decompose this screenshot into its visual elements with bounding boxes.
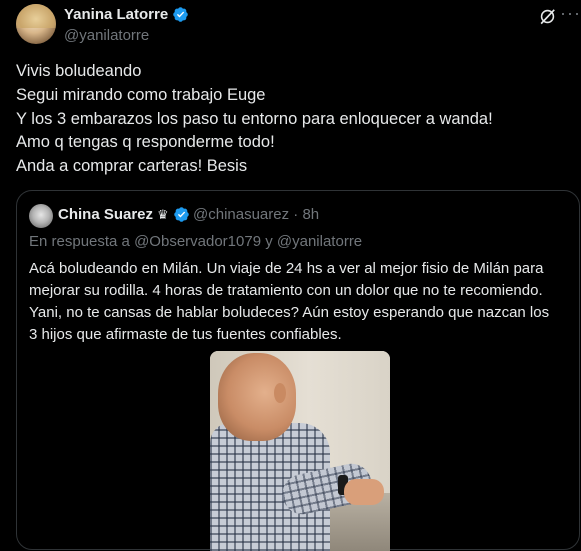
reply-and: y bbox=[265, 233, 273, 250]
tweet-line: Vivis boludeando bbox=[16, 62, 142, 80]
grok-icon bbox=[540, 8, 555, 24]
quoted-line: Yani, no te cansas de hablar boludeces? … bbox=[29, 304, 550, 321]
quoted-author-name-row[interactable]: China Suarez ♛ bbox=[58, 206, 190, 223]
reply-mention[interactable]: @yanilatorre bbox=[277, 233, 362, 250]
quoted-meta: @chinasuarez · 8h bbox=[193, 206, 319, 223]
quoted-tweet[interactable]: China Suarez ♛ @chinasuarez · 8h En resp… bbox=[16, 190, 580, 551]
photo-ear bbox=[274, 383, 286, 403]
quoted-line: Acá boludeando en Milán. Un viaje de 24 … bbox=[29, 260, 544, 277]
tweet-line: Segui mirando como trabajo Euge bbox=[16, 85, 266, 104]
verified-badge-icon bbox=[173, 207, 189, 222]
author-avatar[interactable] bbox=[16, 4, 56, 44]
grok-button[interactable] bbox=[536, 5, 558, 27]
quoted-author-name[interactable]: China Suarez bbox=[58, 206, 153, 223]
quoted-timestamp[interactable]: 8h bbox=[302, 206, 319, 223]
avatar-hair bbox=[16, 4, 56, 28]
reply-context: En respuesta a @Observador1079 y @yanila… bbox=[29, 233, 362, 250]
quoted-text: Acá boludeando en Milán. Un viaje de 24 … bbox=[29, 258, 569, 346]
author-name-row[interactable]: Yanina Latorre bbox=[64, 6, 189, 23]
meta-separator: · bbox=[293, 206, 299, 223]
verified-badge-icon bbox=[173, 7, 188, 22]
tweet: Yanina Latorre @yanilatorre ··· Vivis bo… bbox=[0, 0, 581, 551]
quoted-author-avatar[interactable] bbox=[29, 204, 53, 228]
tweet-text: Vivis boludeando Segui mirando como trab… bbox=[16, 60, 566, 179]
author-handle[interactable]: @yanilatorre bbox=[64, 27, 149, 44]
tweet-line: Y los 3 embarazos los paso tu entorno pa… bbox=[16, 109, 493, 128]
author-name[interactable]: Yanina Latorre bbox=[64, 6, 168, 23]
reply-prefix: En respuesta a bbox=[29, 233, 130, 250]
more-options-button[interactable]: ··· bbox=[560, 3, 581, 26]
quoted-author-handle[interactable]: @chinasuarez bbox=[193, 206, 289, 223]
quoted-line: mejorar su rodilla. 4 horas de tratamien… bbox=[29, 282, 543, 299]
tweet-line: Anda a comprar carteras! Besis bbox=[16, 157, 248, 176]
quoted-line: 3 hijos que afirmaste de tus fuentes con… bbox=[29, 326, 342, 343]
quoted-media-photo[interactable] bbox=[210, 351, 390, 551]
photo-hand bbox=[344, 479, 384, 505]
reply-mention[interactable]: @Observador1079 bbox=[134, 233, 261, 250]
more-options-icon: ··· bbox=[560, 3, 581, 23]
tweet-line: Amo q tengas q responderme todo! bbox=[16, 133, 275, 152]
crown-icon: ♛ bbox=[157, 206, 169, 222]
